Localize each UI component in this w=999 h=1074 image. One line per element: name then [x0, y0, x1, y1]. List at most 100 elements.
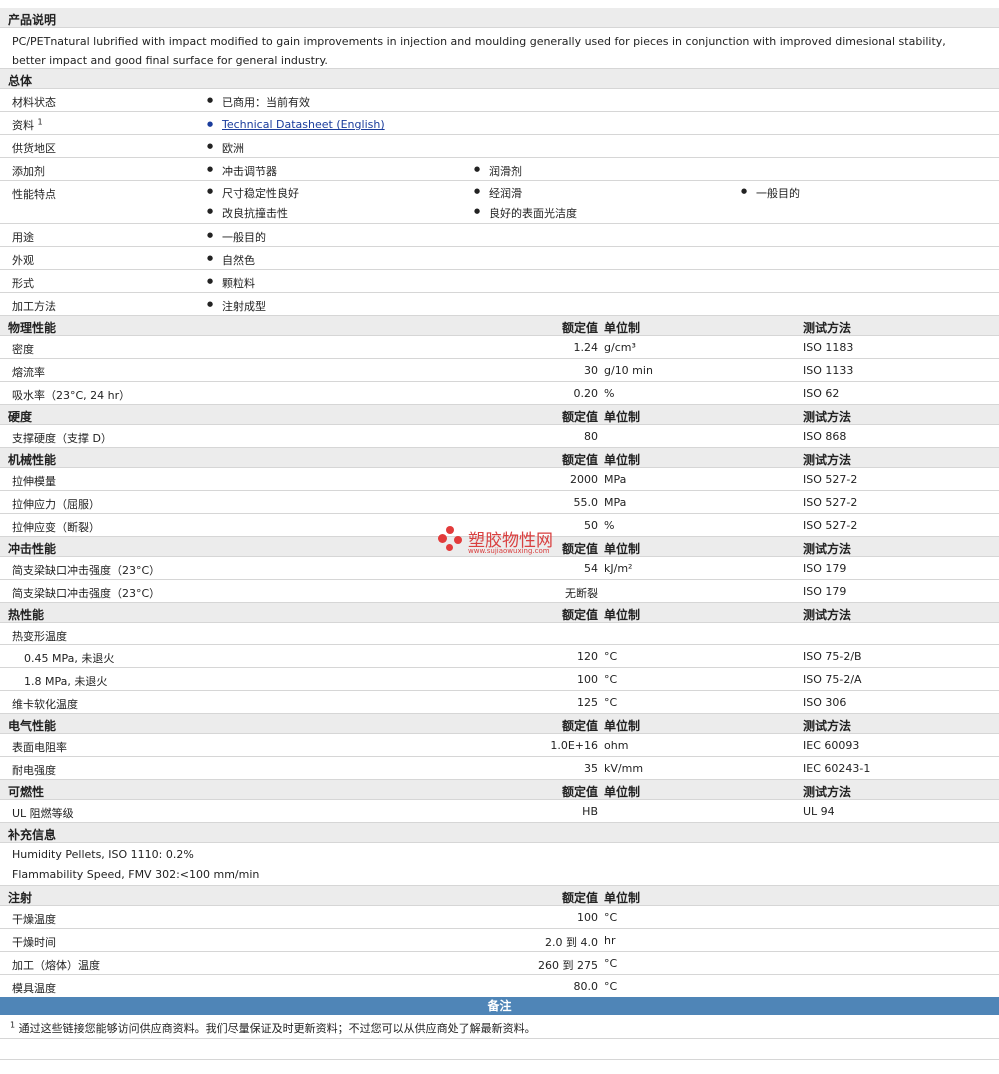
cell-text: 80 — [584, 430, 598, 443]
cell-text: 0.20 — [573, 387, 599, 400]
cell-text: 额定值 — [561, 410, 598, 424]
datasheet: 产品说明 PC/PETnatural lubrified with impact… — [0, 8, 999, 1060]
cell-text: 热变形温度 — [12, 630, 67, 643]
cell-text: 拉伸应变（断裂） — [12, 521, 100, 534]
general-row-look: 外观 自然色 — [0, 247, 999, 270]
section-header-flammability: 可燃性 额定值 单位制 测试方法 — [0, 780, 999, 800]
cell-text: ohm — [604, 739, 629, 752]
cell-text: HB — [582, 805, 598, 818]
cell-text: 额定值 — [561, 719, 598, 733]
cell-text: 额定值 — [561, 453, 598, 467]
footnote-header: 备注 — [0, 997, 999, 1015]
cell-text: 额定值 — [561, 321, 598, 335]
general-row-resource: 资料 1 Technical Datasheet (English) — [0, 112, 999, 135]
cell-text: 125 — [577, 696, 598, 709]
table-row: UL 阻燃等级 HB UL 94 — [0, 800, 999, 823]
cell-text: 硬度 — [8, 410, 33, 424]
cell-text: 热性能 — [8, 608, 45, 622]
cell-text: % — [604, 387, 615, 400]
cell-text: 材料状态 — [12, 96, 56, 109]
cell-text: 拉伸应力（屈服） — [12, 498, 100, 511]
cell-text: 干燥温度 — [12, 913, 56, 926]
cell-text: ISO 527-2 — [803, 519, 858, 532]
cell-text: 一般目的 — [207, 229, 266, 245]
cell-text: °C — [604, 911, 618, 924]
table-row: 表面电阻率 1.0E+16 ohm IEC 60093 — [0, 734, 999, 757]
cell-text: 单位制 — [604, 453, 641, 467]
cell-text: 加工（熔体）温度 — [12, 959, 100, 972]
cell-text: 2.0 到 4.0 — [545, 936, 598, 949]
cell-text: 额定值 — [561, 891, 598, 905]
cell-text: Flammability Speed, FMV 302:<100 mm/min — [12, 868, 260, 881]
general-row-additive: 添加剂 冲击调节器 润滑剂 — [0, 158, 999, 181]
cell-text: 用途 — [12, 231, 34, 244]
general-row-process: 加工方法 注射成型 — [0, 293, 999, 316]
supplement-row: Humidity Pellets, ISO 1110: 0.2% Flammab… — [0, 843, 999, 886]
table-row: 0.45 MPa, 未退火 120 °C ISO 75-2/B — [0, 645, 999, 668]
cell-text: °C — [604, 650, 618, 663]
table-row: 吸水率（23°C, 24 hr） 0.20% ISO 62 — [0, 382, 999, 405]
cell-text: 可燃性 — [8, 785, 45, 799]
table-row: 干燥温度 100 °C — [0, 906, 999, 929]
table-row: 模具温度 80.0 °C — [0, 975, 999, 997]
logo-dot-icon — [454, 536, 462, 544]
cell-text: hr — [604, 934, 616, 947]
cell-text: 拉伸模量 — [12, 475, 56, 488]
cell-text: 干燥时间 — [12, 936, 56, 949]
cell-text: 35 — [584, 762, 598, 775]
section-header-physical: 物理性能 额定值 单位制 测试方法 — [0, 316, 999, 336]
cell-text: 测试方法 — [803, 542, 852, 556]
cell-text: 尺寸稳定性良好 — [207, 185, 299, 201]
cell-text: 简支梁缺口冲击强度（23°C） — [12, 564, 161, 577]
cell-text: 单位制 — [604, 891, 641, 905]
section-header-injection: 注射 额定值 单位制 — [0, 886, 999, 906]
cell-text: 1.0E+16 — [550, 739, 598, 752]
cell-text: 单位制 — [604, 785, 641, 799]
cell-text: g/10 min — [604, 364, 653, 377]
cell-text: 良好的表面光洁度 — [474, 205, 577, 221]
cell-text: 0.45 MPa, 未退火 — [24, 652, 115, 665]
cell-text: 54 — [584, 562, 598, 575]
general-row-features: 性能特点 尺寸稳定性良好 经润滑 一般目的 改良抗撞击性 良好的表面光洁度 — [0, 181, 999, 224]
cell-text: g/cm³ — [604, 341, 636, 354]
cell-text: ISO 62 — [803, 387, 840, 400]
cell-text: 资料 1 — [12, 117, 43, 133]
section-header-hardness: 硬度 额定值 单位制 测试方法 — [0, 405, 999, 425]
table-row: 支撑硬度（支撑 D） 80 ISO 868 — [0, 425, 999, 448]
cell-text: 注射成型 — [207, 298, 266, 314]
table-row: 简支梁缺口冲击强度（23°C） 54 kJ/m² ISO 179 — [0, 557, 999, 580]
cell-text: 模具温度 — [12, 982, 56, 995]
cell-text: 改良抗撞击性 — [207, 205, 288, 221]
cell-text: 55.0 — [573, 496, 599, 509]
cell-text: 测试方法 — [803, 453, 852, 467]
cell-text: UL 94 — [803, 805, 835, 818]
cell-text: 形式 — [12, 277, 34, 290]
cell-text: 冲击调节器 — [207, 163, 277, 179]
table-row: 1.8 MPa, 未退火 100 °C ISO 75-2/A — [0, 668, 999, 691]
cell-text: 供货地区 — [12, 142, 56, 155]
cell-text: 润滑剂 — [474, 163, 522, 179]
cell-text: ISO 1183 — [803, 341, 854, 354]
cell-text: 1 — [37, 117, 43, 127]
cell-text: 1 — [10, 1020, 16, 1030]
cell-text: 支撑硬度（支撑 D） — [12, 432, 112, 445]
cell-text: 密度 — [12, 343, 34, 356]
cell-text: 100 — [577, 911, 598, 924]
table-row: 耐电强度 35 kV/mm IEC 60243-1 — [0, 757, 999, 780]
section-header-electrical: 电气性能 额定值 单位制 测试方法 — [0, 714, 999, 734]
cell-text: 260 到 275 — [538, 959, 598, 972]
technical-datasheet-link[interactable]: Technical Datasheet (English) — [207, 118, 385, 131]
cell-text: 30 — [584, 364, 598, 377]
cell-text: ISO 75-2/B — [803, 650, 862, 663]
cell-text: ISO 306 — [803, 696, 847, 709]
general-row-status: 材料状态 已商用：当前有效 — [0, 89, 999, 112]
cell-text: 添加剂 — [12, 165, 45, 178]
cell-text: 单位制 — [604, 719, 641, 733]
cell-text: 测试方法 — [803, 719, 852, 733]
cell-text: 外观 — [12, 254, 34, 267]
cell-text: 1 通过这些链接您能够访问供应商资料。我们尽量保证及时更新资料；不过您可以从供应… — [10, 1020, 536, 1036]
section-header-mechanical: 机械性能 额定值 单位制 测试方法 — [0, 448, 999, 468]
cell-text: °C — [604, 696, 618, 709]
cell-text: 熔流率 — [12, 366, 45, 379]
cell-text: 测试方法 — [803, 608, 852, 622]
